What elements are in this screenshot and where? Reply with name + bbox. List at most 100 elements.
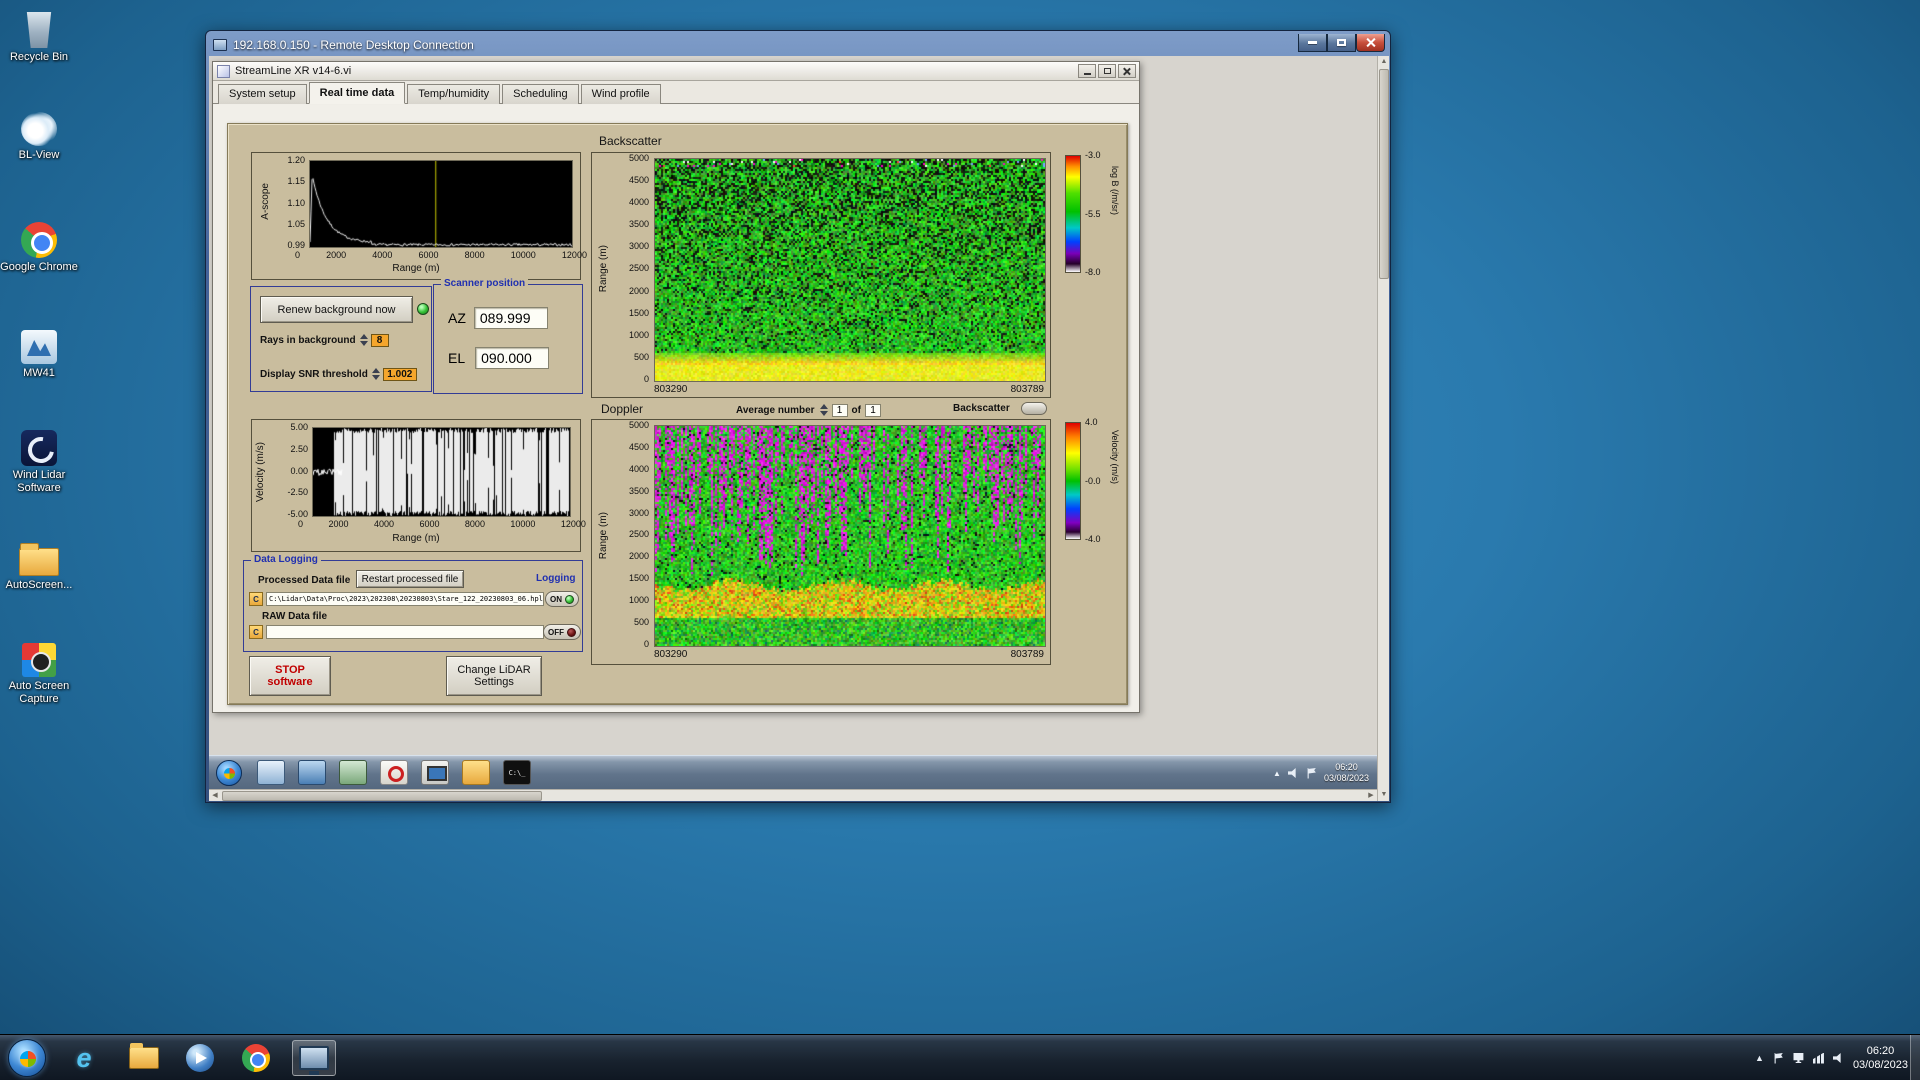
tray-monitor-icon[interactable] [1793, 1053, 1804, 1063]
remote-start-button[interactable] [216, 760, 242, 786]
tray-caret-icon[interactable]: ▲ [1755, 1053, 1764, 1063]
rdp-horizontal-scrollbar[interactable]: ◀ ▶ [209, 789, 1377, 801]
ascope-y-ticks: 1.20 1.15 1.10 1.05 0.99 [272, 156, 305, 250]
background-controls-box: Renew background now Rays in background … [250, 286, 432, 392]
remote-taskbar-folder-icon[interactable] [462, 760, 490, 785]
tray-network-icon[interactable] [1812, 1052, 1824, 1064]
rdp-minimize-button[interactable] [1298, 34, 1327, 52]
restart-processed-file-button[interactable]: Restart processed file [356, 570, 464, 588]
tick-label: -4.0 [1085, 534, 1101, 544]
tick-label: 10000 [510, 519, 536, 529]
tick-label: 3000 [628, 507, 649, 518]
processed-path-browse-icon[interactable]: C [249, 592, 263, 606]
mw41-icon [21, 330, 57, 364]
tick-label: 2000 [628, 285, 649, 296]
tick-label: 8000 [464, 519, 485, 529]
tab-real-time-data[interactable]: Real time data [308, 82, 406, 104]
desktop-icon-recycle-bin[interactable]: Recycle Bin [0, 8, 78, 64]
renew-background-button[interactable]: Renew background now [260, 296, 413, 323]
rdp-title-bar[interactable]: 192.168.0.150 - Remote Desktop Connectio… [209, 34, 1387, 56]
remote-taskbar-tool-icon[interactable] [339, 760, 367, 785]
raw-path-input[interactable] [266, 625, 544, 639]
rays-spinner[interactable] [359, 333, 368, 347]
desktop-icon-bl-view[interactable]: BL-View [0, 112, 78, 162]
tick-label: 1000 [628, 595, 649, 606]
wind-lidar-icon [21, 430, 57, 466]
doppler-x-end: 803789 [1010, 649, 1044, 660]
desktop-icon-auto-screen-capture[interactable]: Auto Screen Capture [0, 643, 78, 706]
horizontal-scroll-thumb[interactable] [222, 791, 542, 801]
tick-label: 1.05 [287, 218, 305, 229]
tick-label: 4000 [628, 197, 649, 208]
show-desktop-button[interactable] [1910, 1035, 1920, 1080]
raw-path-browse-icon[interactable]: C [249, 625, 263, 639]
logging-label: Logging [536, 573, 576, 584]
scroll-down-icon[interactable]: ▼ [1378, 789, 1389, 801]
tick-label: 0 [295, 250, 301, 260]
taskbar-chrome[interactable] [234, 1040, 278, 1076]
remote-taskbar-explorer-icon[interactable] [257, 760, 285, 785]
remote-speaker-icon[interactable] [1287, 768, 1296, 778]
tab-wind-profile[interactable]: Wind profile [580, 84, 661, 104]
remote-taskbar-capture-icon[interactable] [421, 760, 449, 785]
snr-threshold-value[interactable]: 1.002 [382, 367, 417, 381]
taskbar-remote-desktop-active[interactable] [292, 1040, 336, 1076]
app-close-button[interactable] [1118, 64, 1136, 78]
scroll-up-icon[interactable]: ▲ [1378, 56, 1389, 68]
tray-flag-icon[interactable] [1774, 1052, 1783, 1064]
scroll-left-icon[interactable]: ◀ [209, 790, 221, 801]
desktop-icon-mw41[interactable]: MW41 [0, 330, 78, 380]
el-value-field[interactable]: 090.000 [475, 347, 550, 369]
app-minimize-button[interactable] [1078, 64, 1096, 78]
doppler-colorbar-label: Velocity (m/s) [1110, 430, 1120, 485]
rdp-window-icon [213, 39, 227, 51]
doppler-y-axis-label: Range (m) [598, 512, 609, 560]
raw-logging-toggle[interactable]: OFF [543, 624, 581, 640]
desktop-icon-google-chrome[interactable]: Google Chrome [0, 222, 78, 274]
desktop-icon-wind-lidar[interactable]: Wind Lidar Software [0, 430, 78, 495]
average-number-value[interactable]: 1 [831, 403, 848, 417]
tick-label: 0 [643, 638, 649, 649]
rays-value[interactable]: 8 [370, 333, 389, 347]
stop-software-button[interactable]: STOP software [249, 656, 331, 696]
taskbar-file-explorer[interactable] [122, 1040, 166, 1076]
rdp-vertical-scrollbar[interactable]: ▲ ▼ [1377, 56, 1389, 801]
remote-tray-caret-icon[interactable]: ▲ [1273, 769, 1281, 778]
taskbar-internet-explorer[interactable]: e [62, 1040, 106, 1076]
taskbar-media-player[interactable] [178, 1040, 222, 1076]
rays-in-background-label: Rays in background [260, 334, 356, 346]
remote-taskbar-cmd-icon[interactable]: C:\_ [503, 760, 531, 785]
remote-system-tray: ▲ 06:20 03/08/2023 [1273, 758, 1369, 788]
app-restore-button[interactable] [1098, 64, 1116, 78]
tab-system-setup[interactable]: System setup [218, 84, 307, 104]
desktop-icon-autoscreen-folder[interactable]: AutoScreen... [0, 540, 78, 592]
processed-path-input[interactable]: C:\Lidar\Data\Proc\2023\202308\20230803\… [266, 592, 544, 606]
az-value-field[interactable]: 089.999 [473, 307, 548, 329]
average-count-value: 1 [865, 403, 881, 417]
tick-label: 1500 [628, 573, 649, 584]
vertical-scroll-thumb[interactable] [1379, 69, 1389, 279]
remote-clock[interactable]: 06:20 03/08/2023 [1324, 762, 1369, 784]
snr-spinner[interactable] [371, 367, 380, 381]
el-label: EL [448, 350, 466, 366]
tab-scheduling[interactable]: Scheduling [502, 84, 579, 104]
rdp-close-button[interactable] [1356, 34, 1385, 52]
app-title-bar[interactable]: StreamLine XR v14-6.vi [213, 62, 1139, 81]
scroll-right-icon[interactable]: ▶ [1365, 790, 1377, 801]
remote-flag-icon[interactable] [1307, 767, 1316, 779]
tray-speaker-icon[interactable] [1832, 1053, 1841, 1063]
doppler-x-start: 803290 [654, 649, 688, 660]
tick-label: -3.0 [1085, 150, 1101, 160]
media-player-icon [186, 1044, 214, 1072]
tab-temp-humidity[interactable]: Temp/humidity [407, 84, 501, 104]
remote-taskbar-power-app-icon[interactable] [380, 760, 408, 785]
average-spinner[interactable] [819, 403, 828, 417]
remote-date: 03/08/2023 [1323, 773, 1369, 783]
remote-taskbar-app-icon[interactable] [298, 760, 326, 785]
rdp-maximize-button[interactable] [1327, 34, 1356, 52]
start-button[interactable] [8, 1039, 46, 1077]
taskbar-clock[interactable]: 06:20 03/08/2023 [1853, 1044, 1908, 1072]
backscatter-toggle-switch[interactable] [1021, 402, 1047, 415]
processed-logging-toggle[interactable]: ON [545, 591, 579, 607]
change-lidar-settings-button[interactable]: Change LiDAR Settings [446, 656, 542, 696]
